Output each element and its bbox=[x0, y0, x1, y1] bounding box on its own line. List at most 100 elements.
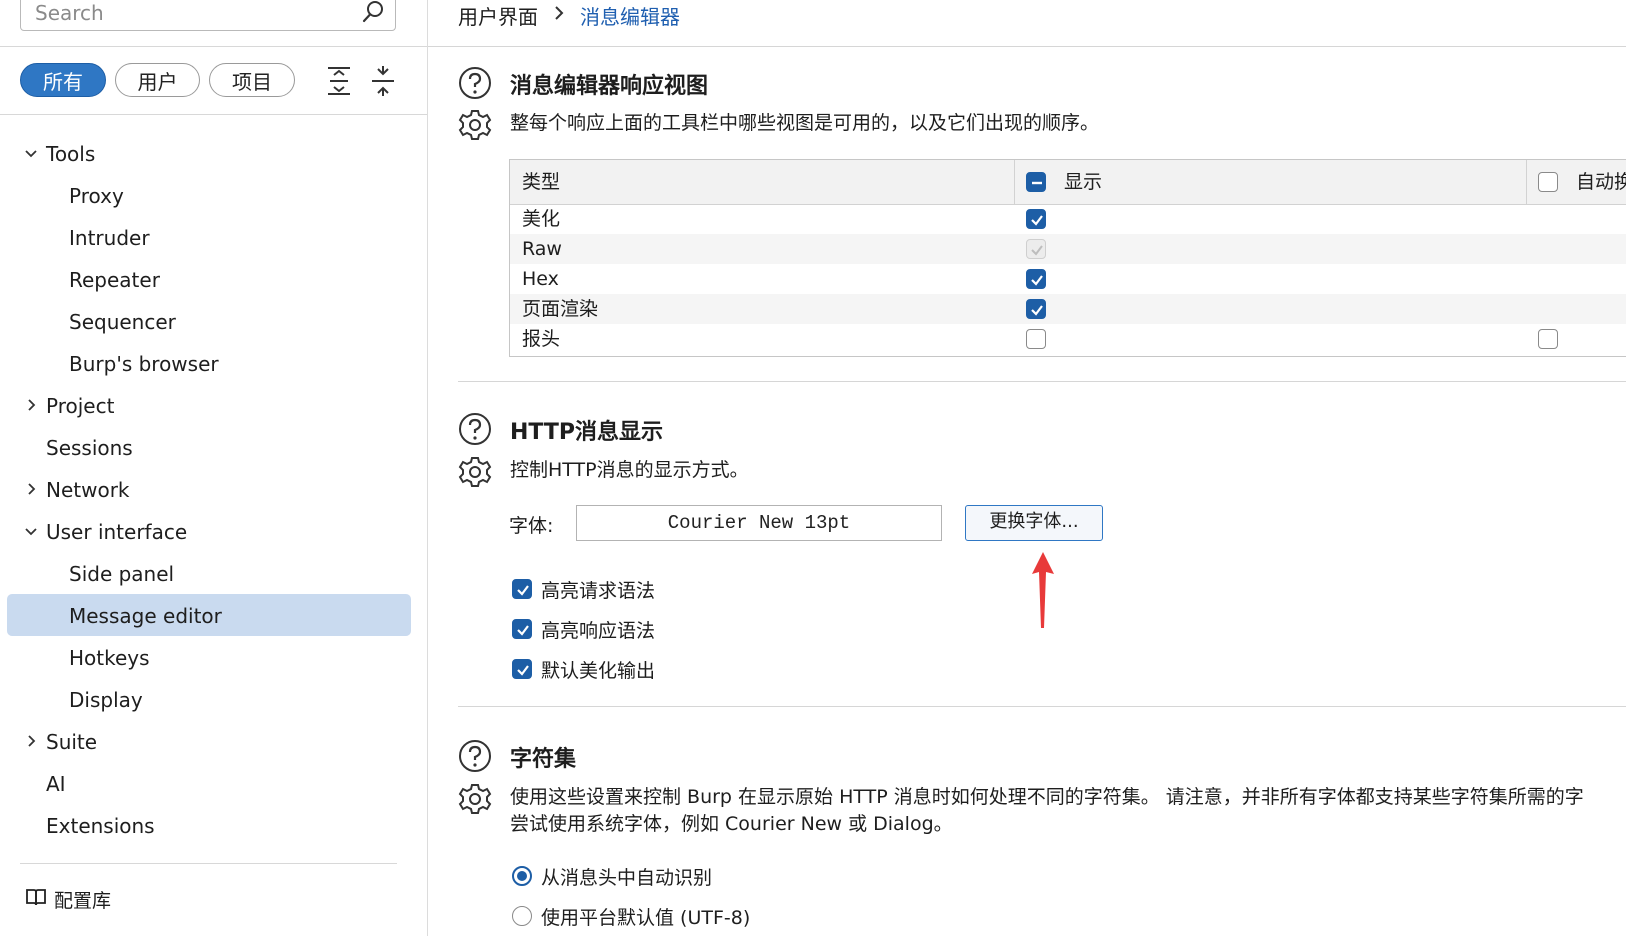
nav-label: Tools bbox=[46, 142, 96, 166]
gear-icon[interactable] bbox=[458, 108, 492, 146]
checkbox[interactable] bbox=[512, 619, 532, 639]
breadcrumb-parent[interactable]: 用户界面 bbox=[458, 1, 538, 30]
column-header-auto[interactable]: 自动换 bbox=[1576, 160, 1626, 204]
row-label: 报头 bbox=[522, 328, 561, 350]
library-link[interactable]: 配置库 bbox=[26, 886, 111, 913]
font-label: 字体: bbox=[509, 515, 554, 537]
nav-item-message-editor[interactable]: Message editor bbox=[69, 596, 222, 636]
help-icon[interactable] bbox=[458, 412, 492, 450]
nav-item-hotkeys[interactable]: Hotkeys bbox=[69, 638, 150, 678]
nav-item-extensions[interactable]: Extensions bbox=[46, 806, 155, 846]
column-separator bbox=[1014, 160, 1015, 204]
breadcrumb: 用户界面 消息编辑器 bbox=[458, 0, 680, 30]
table-row[interactable]: Hex bbox=[510, 264, 1626, 294]
row-label: Raw bbox=[522, 238, 562, 260]
charset-platform-option[interactable]: 使用平台默认值 (UTF-8) bbox=[512, 902, 750, 930]
change-font-button[interactable]: 更换字体... bbox=[965, 505, 1103, 541]
column-separator bbox=[1526, 160, 1527, 204]
divider bbox=[0, 46, 427, 47]
checkbox[interactable] bbox=[512, 659, 532, 679]
gear-icon[interactable] bbox=[458, 455, 492, 493]
nav-item-repeater[interactable]: Repeater bbox=[69, 260, 160, 300]
collapse-all-icon[interactable] bbox=[370, 66, 396, 100]
section-title: HTTP消息显示 bbox=[510, 420, 664, 445]
section-title: 字符集 bbox=[510, 747, 577, 772]
show-all-checkbox[interactable] bbox=[1026, 172, 1046, 192]
search-box[interactable] bbox=[20, 0, 396, 31]
column-header-type[interactable]: 类型 bbox=[522, 160, 560, 204]
nav-label: Project bbox=[46, 394, 115, 418]
table-row[interactable]: 美化 bbox=[510, 204, 1626, 234]
divider bbox=[458, 706, 1626, 707]
nav-item-side-panel[interactable]: Side panel bbox=[69, 554, 174, 594]
nav-label: Suite bbox=[46, 730, 98, 754]
breadcrumb-current: 消息编辑器 bbox=[580, 4, 680, 29]
option-label: 从消息头中自动识别 bbox=[541, 866, 713, 889]
nav-item-intruder[interactable]: Intruder bbox=[69, 218, 150, 258]
filter-all-button[interactable]: 所有 bbox=[20, 63, 106, 97]
nav-item-sequencer[interactable]: Sequencer bbox=[69, 302, 176, 342]
pretty-print-option[interactable]: 默认美化输出 bbox=[512, 655, 655, 683]
book-icon bbox=[26, 888, 46, 911]
nav-item-display[interactable]: Display bbox=[69, 680, 143, 720]
nav-item-ai[interactable]: AI bbox=[46, 764, 66, 804]
radio-button[interactable] bbox=[512, 866, 532, 886]
show-checkbox[interactable] bbox=[1026, 209, 1046, 229]
show-checkbox[interactable] bbox=[1026, 299, 1046, 319]
table-row[interactable]: 报头 bbox=[510, 324, 1626, 354]
section-title: 消息编辑器响应视图 bbox=[510, 74, 709, 99]
divider bbox=[428, 46, 1626, 47]
nav-label: Network bbox=[46, 478, 130, 502]
table-row[interactable]: 页面渲染 bbox=[510, 294, 1626, 324]
checkbox[interactable] bbox=[512, 579, 532, 599]
section-description: 整每个响应上面的工具栏中哪些视图是可用的，以及它们出现的顺序。 bbox=[510, 112, 1100, 134]
chevron-right-icon[interactable] bbox=[24, 386, 38, 441]
option-label: 使用平台默认值 (UTF-8) bbox=[541, 906, 751, 929]
font-field: Courier New 13pt bbox=[576, 505, 942, 541]
option-label: 默认美化输出 bbox=[541, 659, 656, 682]
filter-user-button[interactable]: 用户 bbox=[115, 63, 200, 97]
red-arrow-annotation bbox=[1028, 550, 1058, 634]
chevron-right-icon bbox=[552, 3, 566, 28]
row-label: 美化 bbox=[522, 208, 561, 230]
section-description-cont: 尝试使用系统字体，例如 Courier New 或 Dialog。 bbox=[510, 813, 953, 835]
auto-all-checkbox[interactable] bbox=[1538, 172, 1558, 192]
show-checkbox[interactable] bbox=[1026, 329, 1046, 349]
section-description: 控制HTTP消息的显示方式。 bbox=[510, 459, 749, 481]
expand-all-icon[interactable] bbox=[326, 66, 352, 100]
highlight-request-option[interactable]: 高亮请求语法 bbox=[512, 575, 655, 603]
divider bbox=[20, 863, 397, 864]
charset-auto-option[interactable]: 从消息头中自动识别 bbox=[512, 862, 712, 890]
table-row[interactable]: Raw bbox=[510, 234, 1626, 264]
row-label: 页面渲染 bbox=[522, 298, 599, 320]
option-label: 高亮请求语法 bbox=[541, 579, 656, 602]
nav-label: User interface bbox=[46, 520, 188, 544]
table-header: 类型 显示 自动换 bbox=[510, 160, 1626, 205]
gear-icon[interactable] bbox=[458, 782, 492, 820]
sidebar: 所有 用户 项目 Tools Proxy Intruder Repeater S… bbox=[0, 0, 428, 936]
chevron-down-icon[interactable] bbox=[24, 512, 38, 567]
show-checkbox[interactable] bbox=[1026, 269, 1046, 289]
main-content: 用户界面 消息编辑器 消息编辑器响应视图 整每个响应上面的工具栏中哪些视图是可用… bbox=[428, 0, 1626, 936]
section-description: 使用这些设置来控制 Burp 在显示原始 HTTP 消息时如何处理不同的字符集。… bbox=[510, 786, 1584, 808]
column-header-show[interactable]: 显示 bbox=[1064, 160, 1102, 204]
nav-item-proxy[interactable]: Proxy bbox=[69, 176, 124, 216]
divider bbox=[458, 381, 1626, 382]
help-icon[interactable] bbox=[458, 739, 492, 777]
highlight-response-option[interactable]: 高亮响应语法 bbox=[512, 615, 655, 643]
search-icon[interactable] bbox=[361, 0, 385, 29]
divider bbox=[0, 114, 427, 115]
radio-button[interactable] bbox=[512, 906, 532, 926]
nav-item-sessions[interactable]: Sessions bbox=[46, 428, 133, 468]
option-label: 高亮响应语法 bbox=[541, 619, 656, 642]
help-icon[interactable] bbox=[458, 66, 492, 104]
chevron-down-icon[interactable] bbox=[24, 134, 38, 189]
auto-checkbox[interactable] bbox=[1538, 329, 1558, 349]
search-input[interactable] bbox=[33, 0, 357, 29]
library-label: 配置库 bbox=[54, 890, 112, 912]
nav-item-burps-browser[interactable]: Burp's browser bbox=[69, 344, 219, 384]
filter-project-button[interactable]: 项目 bbox=[209, 63, 295, 97]
show-checkbox bbox=[1026, 239, 1046, 259]
chevron-right-icon[interactable] bbox=[24, 722, 38, 777]
views-table: 类型 显示 自动换 美化 Raw Hex 页面渲染 报头 bbox=[509, 159, 1626, 357]
